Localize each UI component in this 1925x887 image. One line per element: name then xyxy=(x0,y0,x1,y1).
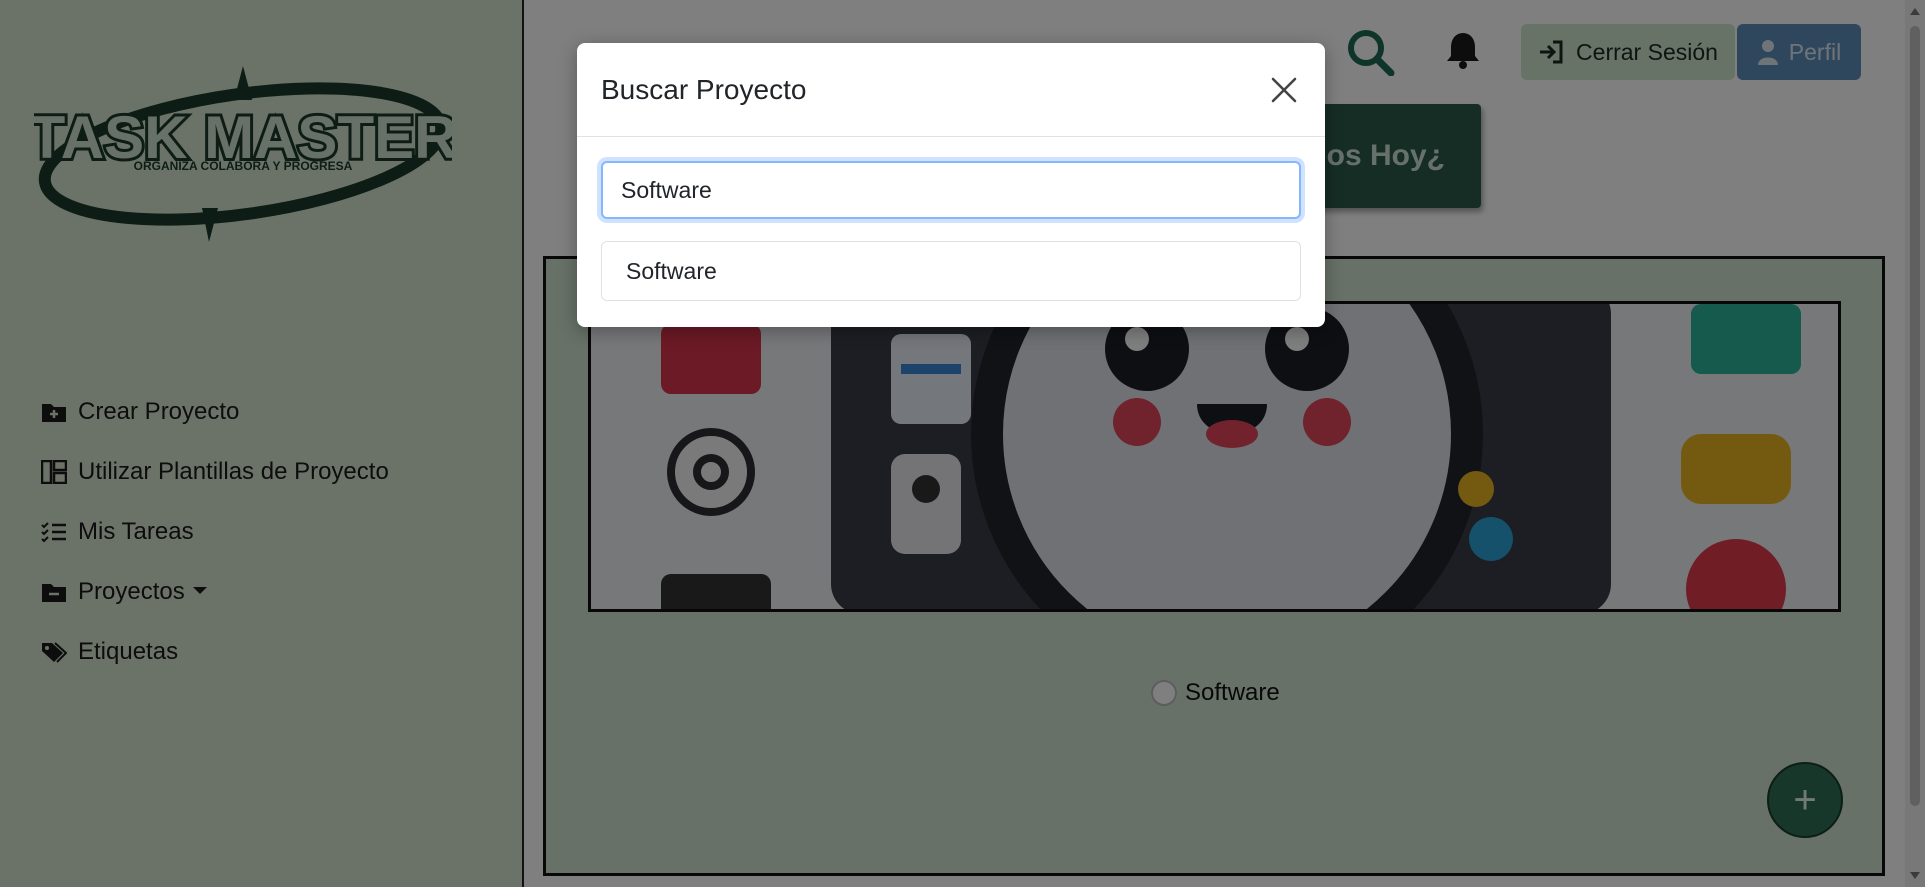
search-results: Software xyxy=(601,241,1301,301)
close-icon xyxy=(1271,77,1297,102)
close-button[interactable] xyxy=(1267,73,1301,107)
search-project-modal: Buscar Proyecto Software xyxy=(577,43,1325,327)
search-input[interactable] xyxy=(601,161,1301,219)
modal-body: Software xyxy=(577,137,1325,301)
search-result-item[interactable]: Software xyxy=(601,241,1301,301)
modal-title: Buscar Proyecto xyxy=(601,73,807,105)
modal-header: Buscar Proyecto xyxy=(577,43,1325,137)
